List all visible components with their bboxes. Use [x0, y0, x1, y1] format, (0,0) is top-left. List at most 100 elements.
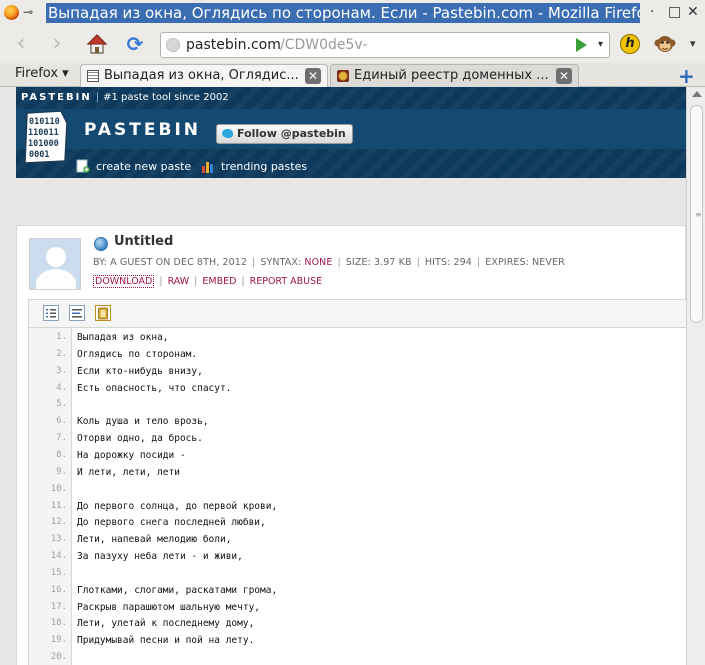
addon-h-button[interactable]: h [617, 31, 643, 57]
trending-pastes-link[interactable]: trending pastes [201, 159, 307, 173]
public-paste-globe-icon [94, 237, 108, 251]
pastebin-wordmark[interactable]: PASTEBIN [84, 120, 201, 140]
twitter-bird-icon [222, 129, 233, 138]
url-host: pastebin.com [186, 37, 281, 53]
raw-link[interactable]: RAW [168, 276, 190, 287]
pastebin-logo[interactable]: 010110 110011 101000 0001 [21, 109, 71, 165]
firefox-menu-button[interactable]: Firefox ▾ [15, 66, 69, 81]
code-line: Глотками, слогами, раскатами грома, [77, 584, 278, 596]
avatar-shoulders [36, 269, 76, 289]
create-new-paste-label: create new paste [96, 160, 192, 173]
clipboard-icon [98, 307, 108, 320]
header-topline: PASTEBIN | #1 paste tool since 2002 [21, 92, 229, 103]
line-number: 3. [56, 365, 67, 376]
pastebin-favicon-icon [87, 70, 99, 82]
line-number: 14. [50, 551, 67, 562]
download-link[interactable]: DOWNLOAD [93, 275, 155, 288]
code-line: За пазуху неба лети - и живи, [77, 551, 243, 563]
paste-title: Untitled [114, 234, 174, 249]
code-line: На дорожку посиди - [77, 449, 186, 461]
pastebin-header: PASTEBIN | #1 paste tool since 2002 010110… [16, 87, 686, 178]
close-tab-icon[interactable]: ✕ [556, 68, 572, 84]
tab-domain-registry[interactable]: Единый реестр доменных ... ✕ [330, 64, 579, 87]
toggle-wrap-button[interactable] [69, 305, 85, 321]
line-number: 4. [56, 382, 67, 393]
syntax-value-link[interactable]: NONE [304, 257, 332, 268]
line-number: 2. [56, 348, 67, 359]
forward-arrow-icon: › [52, 31, 62, 56]
maximize-button[interactable]: □ [668, 4, 681, 20]
forward-button[interactable]: › [44, 31, 70, 57]
header-brand[interactable]: PASTEBIN [21, 92, 92, 103]
home-icon [86, 34, 108, 54]
code-line: Лети, напевай мелодию боли, [77, 534, 232, 546]
tab-pastebin[interactable]: Выпадая из окна, Оглядис... ✕ [80, 64, 328, 87]
code-line: До первого солнца, до первой крови, [77, 500, 278, 512]
scroll-up-arrow-icon[interactable] [692, 91, 702, 97]
url-history-dropdown-icon[interactable]: ▾ [598, 39, 603, 50]
home-button[interactable] [84, 31, 110, 57]
logo-digits-line: 101000 [28, 139, 59, 149]
toggle-line-numbers-button[interactable] [43, 305, 59, 321]
window-title: Выпадая из окна, Оглядись по сторонам. Е… [46, 3, 640, 23]
tab-label: Выпадая из окна, Оглядис... [104, 68, 299, 83]
code-line: Оторви одно, да брось. [77, 433, 203, 445]
code-box: 1. 2. 3. 4. 5. 6. 7. 8. 9. 10. 11. 12. 13. 14. 15. 16. 1… [28, 299, 687, 665]
header-separator: | [95, 92, 100, 103]
code-line: Раскрыв парашютом шальную мечту, [77, 601, 261, 613]
site-identity-icon[interactable] [166, 38, 180, 52]
reload-icon: ⟳ [126, 32, 144, 56]
follow-button-label: Follow @pastebin [237, 127, 346, 140]
line-number: 6. [56, 416, 67, 427]
close-window-button[interactable]: ✕ [687, 4, 699, 20]
window-titlebar: ⊸ Выпадая из окна, Оглядись по сторонам.… [0, 0, 705, 27]
pin-icon[interactable]: ⊸ [23, 5, 33, 19]
text-wrap-icon [72, 309, 82, 318]
meta-separator: | [337, 257, 341, 268]
meta-separator: | [252, 257, 256, 268]
h-addon-icon: h [620, 34, 640, 54]
close-tab-icon[interactable]: ✕ [305, 68, 321, 84]
code-line: Если кто-нибудь внизу, [77, 365, 203, 377]
url-bar[interactable]: pastebin.com /CDW0de5v- ▾ [160, 32, 610, 58]
scrollbar-thumb[interactable]: ≡ [690, 105, 703, 323]
paste-metadata: BY: A GUEST ON DEC 8TH, 2012 | SYNTAX: NON… [93, 257, 565, 268]
paste-panel: Untitled BY: A GUEST ON DEC 8TH, 2012 | SY… [16, 225, 687, 665]
line-number: 18. [50, 618, 67, 629]
header-tagline: #1 paste tool since 2002 [103, 92, 229, 103]
url-path: /CDW0de5v- [280, 37, 368, 53]
tab-strip: Firefox ▾ Выпадая из окна, Оглядис... ✕ … [0, 63, 705, 88]
line-number: 15. [50, 567, 67, 578]
tab-label: Единый реестр доменных ... [354, 68, 549, 83]
paste-hits: HITS: 294 [424, 257, 472, 268]
create-new-paste-link[interactable]: create new paste [76, 159, 191, 173]
embed-link[interactable]: EMBED [202, 276, 236, 287]
follow-pastebin-button[interactable]: Follow @pastebin [216, 124, 353, 144]
page-scrollbar[interactable]: ≡ [686, 87, 705, 665]
code-line: Оглядись по сторонам. [77, 348, 198, 360]
new-tab-plus-icon[interactable]: + [678, 64, 695, 88]
copy-to-clipboard-button[interactable] [95, 305, 111, 321]
action-separator: | [241, 276, 245, 287]
line-number-gutter: 1. 2. 3. 4. 5. 6. 7. 8. 9. 10. 11. 12. 13. 14. 15. 16. 1… [29, 328, 71, 665]
minimize-button[interactable]: · [650, 4, 654, 20]
code-line: Выпадая из окна, [77, 332, 169, 343]
navigation-toolbar: ‹ › ⟳ pastebin.com /CDW0de5v- ▾ h ▾ [0, 27, 705, 63]
reload-button[interactable]: ⟳ [122, 31, 148, 57]
logo-digits-line: 0001 [29, 150, 49, 160]
line-number: 12. [50, 517, 67, 528]
toolbar-dropdown-icon[interactable]: ▾ [690, 37, 696, 50]
go-arrow-icon[interactable] [576, 38, 587, 52]
trending-pastes-label: trending pastes [221, 160, 308, 173]
action-separator: | [194, 276, 198, 287]
code-line: Придумывай песни и пой на лету. [77, 635, 255, 647]
line-number: 13. [50, 534, 67, 545]
back-button[interactable]: ‹ [8, 31, 34, 57]
greasemonkey-button[interactable] [652, 31, 678, 57]
code-line: Лети, улетай к последнему дому, [77, 618, 255, 630]
code-content[interactable]: Выпадая из окна, Оглядись по сторонам. Есл… [71, 328, 686, 665]
paste-expires: EXPIRES: NEVER [485, 257, 565, 268]
firefox-logo-icon [4, 5, 19, 20]
report-abuse-link[interactable]: REPORT ABUSE [250, 276, 323, 287]
line-number: 8. [56, 449, 67, 460]
